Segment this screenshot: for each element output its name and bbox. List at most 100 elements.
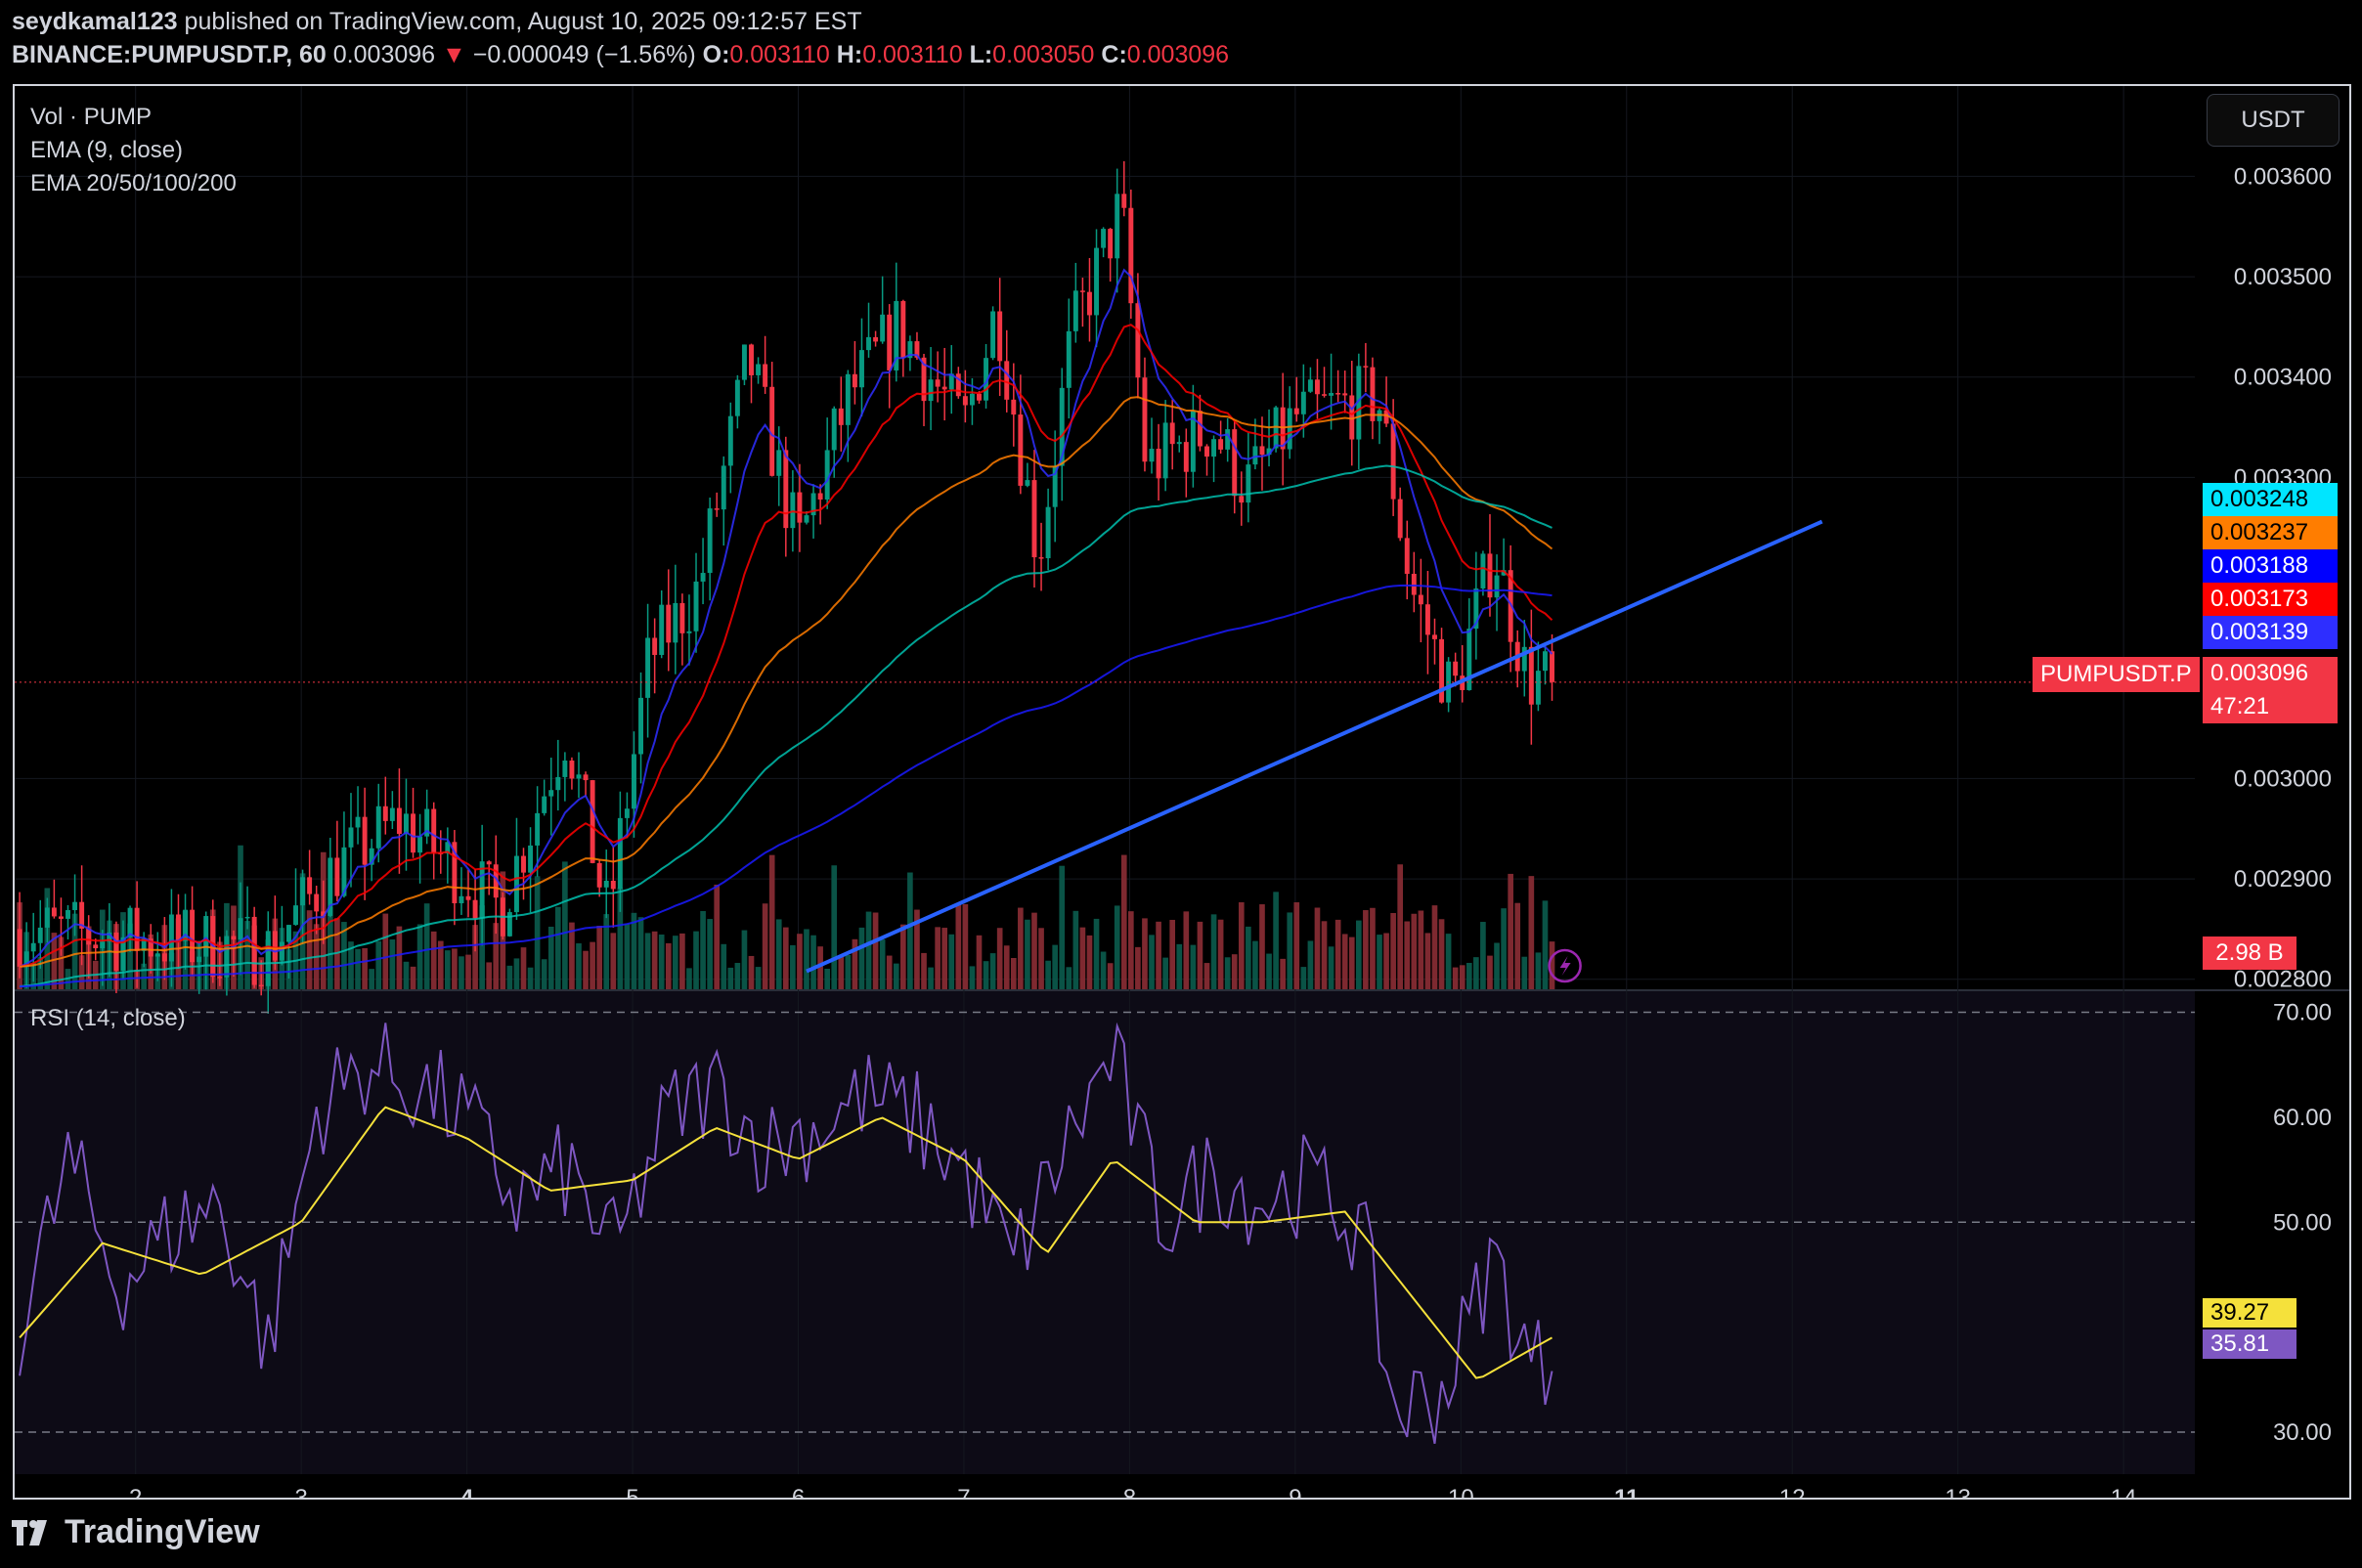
currency-button[interactable]: USDT (2207, 94, 2340, 147)
candle-body (727, 415, 733, 466)
volume-bar (1356, 920, 1362, 989)
candle-body (1072, 290, 1078, 331)
volume-bar (879, 939, 886, 989)
candle-body (1411, 574, 1417, 595)
candle-body (1115, 194, 1120, 259)
candle-body (941, 386, 947, 390)
candle-body (686, 631, 692, 633)
candle-body (459, 895, 464, 904)
candle-body (734, 379, 740, 416)
time-tick-label: 12 (1779, 1485, 1806, 1498)
candle-body (638, 697, 644, 755)
candle-body (217, 977, 223, 979)
candle-body (168, 914, 174, 962)
candle-body (749, 344, 754, 375)
legend-ema-multi[interactable]: EMA 20/50/100/200 (30, 170, 237, 197)
candle-body (1550, 651, 1554, 682)
candle-body (51, 907, 57, 917)
candle-body (251, 916, 257, 985)
volume-bar (1114, 905, 1120, 989)
candle-body (858, 350, 864, 388)
candle-body (852, 373, 857, 388)
high-label: H: (836, 41, 863, 68)
legend-volume[interactable]: Vol · PUMP (30, 104, 152, 131)
volume-bar (1045, 960, 1051, 989)
candle-body (265, 931, 271, 986)
candle-body (355, 816, 361, 828)
chart-canvas[interactable]: 0.0036000.0035000.0034000.0033000.003000… (15, 86, 2349, 1498)
volume-bar (721, 943, 727, 989)
candle-body (1307, 379, 1313, 392)
volume-bar (755, 967, 762, 989)
rsi-signal-badge: 39.27 (2203, 1298, 2296, 1328)
volume-bar (996, 928, 1003, 989)
volume-bar (244, 921, 250, 989)
close-label: C: (1101, 41, 1127, 68)
volume-bar (1059, 865, 1066, 989)
candle-body (873, 336, 879, 342)
candle-body (617, 817, 623, 890)
candle-body (583, 774, 589, 781)
candle-body (548, 790, 554, 797)
candle-body (887, 314, 893, 370)
candle-body (1480, 553, 1486, 588)
volume-bar (983, 961, 989, 989)
candle-body (1322, 394, 1327, 396)
volume-bar (734, 963, 741, 989)
volume-bar (1100, 951, 1107, 989)
candle-body (521, 855, 526, 873)
candle-body (900, 300, 906, 359)
candle-body (673, 602, 678, 643)
candle-body (197, 956, 202, 963)
high-value: 0.003110 (862, 41, 963, 68)
candle-body (1370, 367, 1376, 421)
candle-body (44, 907, 50, 928)
candle-body (58, 916, 64, 919)
volume-bar (1252, 940, 1258, 989)
candle-body (1183, 442, 1189, 472)
volume-bar (362, 947, 368, 989)
candle-body (542, 796, 547, 813)
legend-rsi[interactable]: RSI (14, close) (30, 1005, 186, 1032)
price-tick-label: 0.002900 (2234, 866, 2332, 893)
volume-bar (693, 931, 699, 989)
volume-bar (369, 969, 374, 989)
volume-bar (775, 919, 782, 989)
candle-body (1025, 480, 1030, 486)
candle-body (693, 581, 699, 632)
time-tick-label: 9 (1289, 1485, 1301, 1498)
candle-body (417, 836, 423, 853)
tradingview-brand[interactable]: TradingView (65, 1513, 260, 1551)
volume-bar (1383, 933, 1389, 989)
volume-bar (1280, 958, 1286, 989)
candle-body (1101, 229, 1107, 248)
volume-bar (1287, 912, 1293, 989)
candle-body (513, 855, 519, 913)
volume-bar (1535, 952, 1542, 989)
volume-bar (852, 938, 858, 989)
candle-body (176, 914, 181, 941)
candle-body (224, 936, 230, 978)
candle-body (1079, 290, 1085, 292)
time-tick-label: 11 (1614, 1485, 1639, 1498)
volume-bar (1542, 900, 1549, 989)
volume-bar (679, 933, 685, 989)
legend-ema9[interactable]: EMA (9, close) (30, 137, 183, 164)
candle-body (404, 813, 409, 835)
volume-bar (1273, 892, 1279, 989)
volume-bar (1445, 934, 1452, 989)
chart-frame[interactable]: 0.003600 0.003500 0.003400 0.003300 0.003000… (13, 84, 2351, 1500)
candle-body (348, 827, 354, 848)
volume-bar (1404, 921, 1411, 989)
candle-body (472, 899, 478, 919)
volume-bar (1025, 919, 1030, 989)
symbol-badge-price: 0.003096 (2203, 657, 2338, 690)
candle-body (596, 862, 602, 888)
volume-bar (1066, 967, 1072, 989)
candle-body (997, 311, 1003, 362)
volume-bar (603, 914, 610, 989)
candle-body (666, 604, 672, 643)
author-name[interactable]: seydkamal123 (12, 8, 178, 35)
volume-bar (1521, 956, 1528, 989)
candle-body (1169, 422, 1175, 445)
